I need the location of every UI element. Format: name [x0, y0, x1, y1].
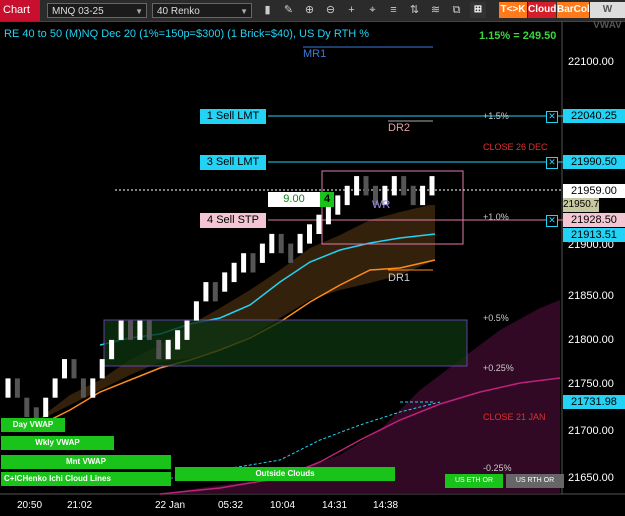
- up-brick: [391, 176, 397, 196]
- current-price-badge: 21959.00: [563, 184, 625, 198]
- percent-change: 1.15% = 249.50: [479, 30, 557, 42]
- time-label: 05:32: [218, 500, 244, 511]
- minus-0-25-label: -0.25%: [483, 463, 512, 473]
- down-brick: [212, 282, 218, 302]
- down-brick: [288, 243, 294, 263]
- us-eth-or-button[interactable]: US ETH OR: [445, 474, 503, 488]
- upper-cloud: [10, 205, 435, 425]
- up-brick: [259, 243, 265, 263]
- down-brick: [71, 359, 77, 379]
- down-brick: [410, 185, 416, 206]
- down-brick: [250, 253, 256, 273]
- price-label: 22100.00: [568, 56, 614, 68]
- up-brick: [175, 330, 181, 350]
- up-brick: [297, 233, 303, 254]
- low-ma-price-badge: 21731.98: [563, 395, 625, 409]
- close-21-jan-label: CLOSE 21 JAN: [483, 412, 546, 422]
- time-label: 20:50: [17, 500, 43, 511]
- down-brick: [278, 233, 284, 254]
- price-label: 21650.00: [568, 472, 614, 484]
- cloud-lines-button[interactable]: C+ICHenko Ichi Cloud Lines: [1, 472, 171, 486]
- up-brick: [184, 320, 190, 340]
- down-brick: [14, 378, 20, 398]
- cancel-sell-lmt-1-icon[interactable]: ✕: [546, 111, 558, 123]
- price-label: 21850.00: [568, 290, 614, 302]
- time-label: 10:04: [270, 500, 296, 511]
- up-brick: [5, 378, 11, 398]
- price-label: 21750.00: [568, 378, 614, 390]
- plus-1-label: +1.0%: [483, 212, 509, 222]
- down-brick: [146, 320, 152, 340]
- plus-0-25-label: +0.25%: [483, 363, 514, 373]
- close-26-dec-label: CLOSE 26 DEC: [483, 142, 548, 152]
- price-label: 21800.00: [568, 334, 614, 346]
- up-brick: [420, 185, 426, 206]
- price-label: 21700.00: [568, 425, 614, 437]
- up-brick: [325, 205, 331, 225]
- day-vwap-button[interactable]: Day VWAP: [1, 418, 65, 432]
- cancel-sell-lmt-3-icon[interactable]: ✕: [546, 157, 558, 169]
- plus-0-5-label: +0.5%: [483, 313, 509, 323]
- time-label: 14:31: [322, 500, 348, 511]
- time-label: 22 Jan: [155, 500, 186, 511]
- down-brick: [24, 397, 30, 417]
- us-rth-or-button[interactable]: US RTH OR: [506, 474, 564, 488]
- wkly-vwap-button[interactable]: Wkly VWAP: [1, 436, 114, 450]
- up-brick: [109, 339, 115, 360]
- up-brick: [118, 320, 124, 340]
- outside-clouds-button[interactable]: Outside Clouds: [175, 467, 395, 481]
- ma-price-badge: 21913.51: [563, 228, 625, 242]
- sell-lmt-3-price: 21990.50: [563, 155, 625, 169]
- sell-lmt-1-price: 22040.25: [563, 109, 625, 123]
- cancel-sell-stp-4-icon[interactable]: ✕: [546, 215, 558, 227]
- up-brick: [269, 233, 275, 254]
- sell-stp-4-price: 21928.50: [563, 213, 625, 227]
- down-brick: [128, 320, 133, 340]
- up-brick: [316, 214, 322, 234]
- sell-stp-4-order[interactable]: 4 Sell STP: [200, 213, 266, 228]
- order-qty-count[interactable]: 4: [320, 192, 334, 207]
- dr2-label: DR2: [388, 122, 411, 134]
- down-brick: [156, 339, 162, 360]
- up-brick: [203, 282, 209, 302]
- mr1-label: MR1: [303, 48, 327, 60]
- up-brick: [193, 301, 199, 321]
- down-brick: [80, 378, 86, 398]
- up-brick: [241, 253, 247, 273]
- up-brick: [354, 176, 360, 196]
- chart-title: RE 40 to 50 (M)NQ Dec 20 (1%=150p=$300) …: [4, 28, 370, 40]
- up-brick: [165, 339, 171, 360]
- up-brick: [344, 185, 350, 206]
- up-brick: [231, 262, 237, 283]
- up-brick: [99, 359, 105, 379]
- time-label: 14:38: [373, 500, 399, 511]
- up-brick: [307, 224, 312, 244]
- sell-lmt-3-order[interactable]: 3 Sell LMT: [200, 155, 266, 170]
- up-brick: [429, 176, 435, 196]
- up-brick: [137, 320, 143, 340]
- up-brick: [62, 359, 67, 379]
- up-brick: [335, 195, 341, 215]
- plus-1-5-label: +1.5%: [483, 111, 509, 121]
- down-brick: [363, 176, 369, 196]
- up-brick: [52, 378, 58, 398]
- overlay-price-badge: 21950.75: [563, 198, 605, 212]
- sell-lmt-1-order[interactable]: 1 Sell LMT: [200, 109, 266, 124]
- down-brick: [401, 176, 407, 196]
- order-qty-price[interactable]: 9.00: [268, 192, 320, 207]
- time-label: 21:02: [67, 500, 93, 511]
- up-brick: [43, 397, 49, 417]
- up-brick: [222, 272, 228, 292]
- mnt-vwap-button[interactable]: Mnt VWAP: [1, 455, 171, 469]
- dr1-label: DR1: [388, 272, 411, 284]
- up-brick: [90, 378, 96, 398]
- wr-label: WR: [372, 199, 391, 211]
